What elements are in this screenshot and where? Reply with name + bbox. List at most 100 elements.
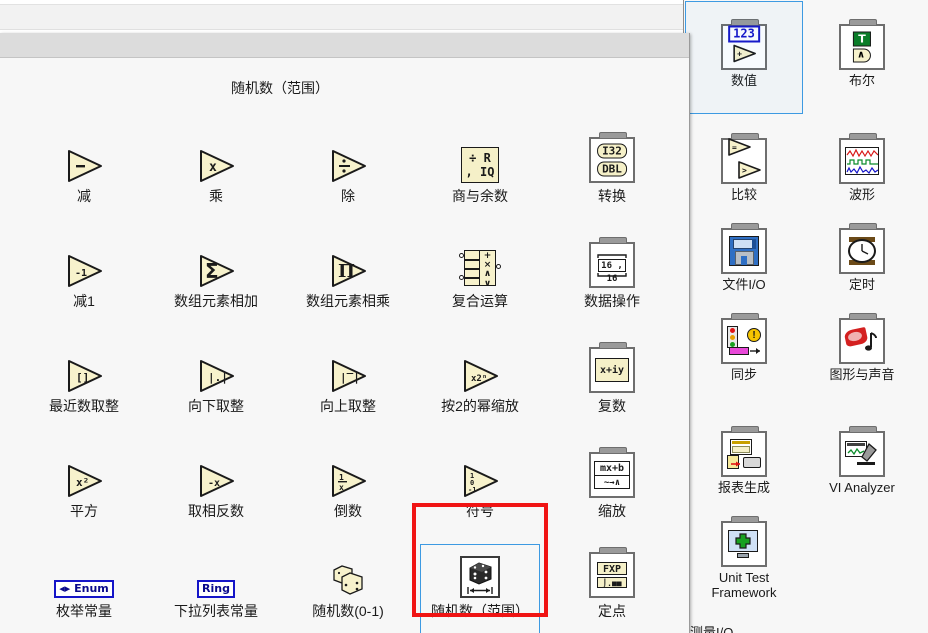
triangle-body: 1x [328,464,368,498]
subpalette-folder-frame: ! [721,313,767,364]
palette-item[interactable]: |‾| 向上取整 [282,343,414,414]
palette-item-label: 复合运算 [452,293,508,309]
category-item[interactable]: 文件I/O [685,222,803,292]
subpalette-folder-frame [839,313,885,364]
palette-item[interactable]: 随机数（范围） [414,548,546,619]
palette-item-label: 减1 [73,293,95,309]
subpalette-folder-frame [839,133,885,184]
category-item[interactable]: Unit Test Framework [685,515,803,600]
screenshot-root: 123 + 数值 T ∧ 布尔 = > 比较 波形 文件I/O 定时! 同步 图形与声音 报表生成 VI An… [0,0,928,633]
category-item[interactable]: VI Analyzer [803,425,921,495]
category-item[interactable]: = > 比较 [685,132,803,202]
palette-item-label: 商与余数 [452,188,508,204]
svg-text:x²: x² [76,476,89,489]
synchronization-folder-icon: ! [685,312,803,364]
triangle-body: -x [196,464,236,498]
palette-item[interactable]: 1 0 -1 符号 [414,448,546,519]
palette-item[interactable]: x+iy 复数 [546,342,678,414]
palette-item[interactable]: [] 最近数取整 [18,343,150,414]
category-item[interactable]: T ∧ 布尔 [803,18,921,88]
palette-item-label: 缩放 [598,503,626,519]
subpalette-folder-frame: = > [721,133,767,184]
subpalette-folder-frame [721,516,767,567]
palette-item[interactable]: ◂▸ Enum 枚举常量 [18,548,150,619]
palette-item-label: 倒数 [334,503,362,519]
ring-chip: Ring [197,580,235,598]
palette-item[interactable]: 16 , 16 数据操作 [546,237,678,309]
palette-item-label: 符号 [466,503,494,519]
svg-text:[]: [] [76,371,89,384]
negate-triangle-icon: -x [150,448,282,498]
palette-item[interactable]: Σ 数组元素相加 [150,238,282,309]
palette-item[interactable]: FXP ⌡.■■ 定点 [546,547,678,619]
subpalette-folder-frame [721,223,767,274]
palette-item[interactable]: Π 数组元素相乘 [282,238,414,309]
svg-text:1: 1 [339,473,344,482]
triangle-body: x² [64,464,104,498]
ring-constant-icon: Ring [150,548,282,598]
palette-item[interactable]: I32 DBL 转换 [546,132,678,204]
functions-palette-popup: 随机数（范围） 减 x 乘除 ÷ R, IQ 商与余数 I32 DBL 转换 -1 减1 Σ 数组元素… [0,33,690,633]
unit-test-framework-folder-icon [685,515,803,567]
category-item[interactable]: 报表生成 [685,425,803,495]
add-array-elements-icon: Σ [150,238,282,288]
palette-item[interactable]: 减 [18,133,150,204]
subpalette-folder-frame: 123 + [721,19,767,70]
palette-item[interactable]: |.| 向下取整 [150,343,282,414]
svg-text:>: > [742,166,747,175]
svg-text:=: = [732,143,737,152]
svg-text:Σ: Σ [205,259,219,283]
category-item[interactable]: ! 同步 [685,312,803,382]
scaling-folder-icon: mx+b ∼→∧ [546,447,678,498]
palette-item[interactable]: -1 减1 [18,238,150,309]
palette-item[interactable]: ÷ R, IQ 商与余数 [414,133,546,204]
file-io-folder-icon [685,222,803,274]
svg-text:-1: -1 [75,268,87,279]
palette-item[interactable]: mx+b ∼→∧ 缩放 [546,447,678,519]
subpalette-folder-frame: I32 DBL [589,132,635,183]
palette-item[interactable]: -x 取相反数 [150,448,282,519]
category-clipped-label-text: 测量I/O [690,625,734,633]
svg-text:Π: Π [338,261,355,282]
category-item[interactable]: 波形 [803,132,921,202]
palette-item-label: 除 [341,188,355,204]
svg-text:-x: -x [208,478,220,489]
palette-item-label: 取相反数 [188,503,244,519]
reciprocal-triangle-icon: 1x [282,448,414,498]
palette-item[interactable]: + × ∧ ∨ 复合运算 [414,238,546,309]
palette-item[interactable]: x² 平方 [18,448,150,519]
random-number-range-icon [414,548,546,598]
palette-item[interactable]: 除 [282,133,414,204]
category-item-label: 文件I/O [722,277,766,292]
category-item[interactable]: 定时 [803,222,921,292]
palette-item[interactable]: Ring 下拉列表常量 [150,548,282,619]
enum-constant-icon: ◂▸ Enum [18,548,150,598]
category-item-label: VI Analyzer [829,480,895,495]
palette-item-label: 按2的幂缩放 [441,398,519,414]
palette-item[interactable]: 1 x 倒数 [282,448,414,519]
palette-item[interactable]: x2ⁿ 按2的幂缩放 [414,343,546,414]
svg-text:x2ⁿ: x2ⁿ [471,374,487,384]
divide-triangle-icon [282,133,414,183]
category-item-label: 布尔 [848,73,875,88]
scale-by-power-of-2-icon: x2ⁿ [414,343,546,393]
category-item[interactable]: 图形与声音 [803,312,921,382]
category-clipped-label: 测量I/O [690,622,810,633]
triangle-body: |.| [196,359,236,393]
category-item-label: 同步 [730,367,757,382]
category-item[interactable]: 123 + 数值 [685,18,803,88]
conversion-folder-icon: I32 DBL [546,132,678,183]
comparison-folder-icon: = > [685,132,803,184]
palette-item[interactable]: x乘 [150,133,282,204]
category-item-label: Unit Test Framework [711,570,777,600]
category-item-label: 图形与声音 [829,367,895,382]
palette-item-label: 随机数(0-1) [312,603,384,619]
palette-item[interactable]: 随机数(0-1) [282,548,414,619]
palette-item-label: 随机数（范围） [431,603,529,619]
triangle-body: x2ⁿ [460,359,500,393]
round-to-nearest-icon: [] [18,343,150,393]
triangle-body: Σ [196,254,236,288]
subpalette-folder-frame: mx+b ∼→∧ [589,447,635,498]
svg-text:|‾|: |‾| [340,371,360,384]
square-triangle-icon: x² [18,448,150,498]
